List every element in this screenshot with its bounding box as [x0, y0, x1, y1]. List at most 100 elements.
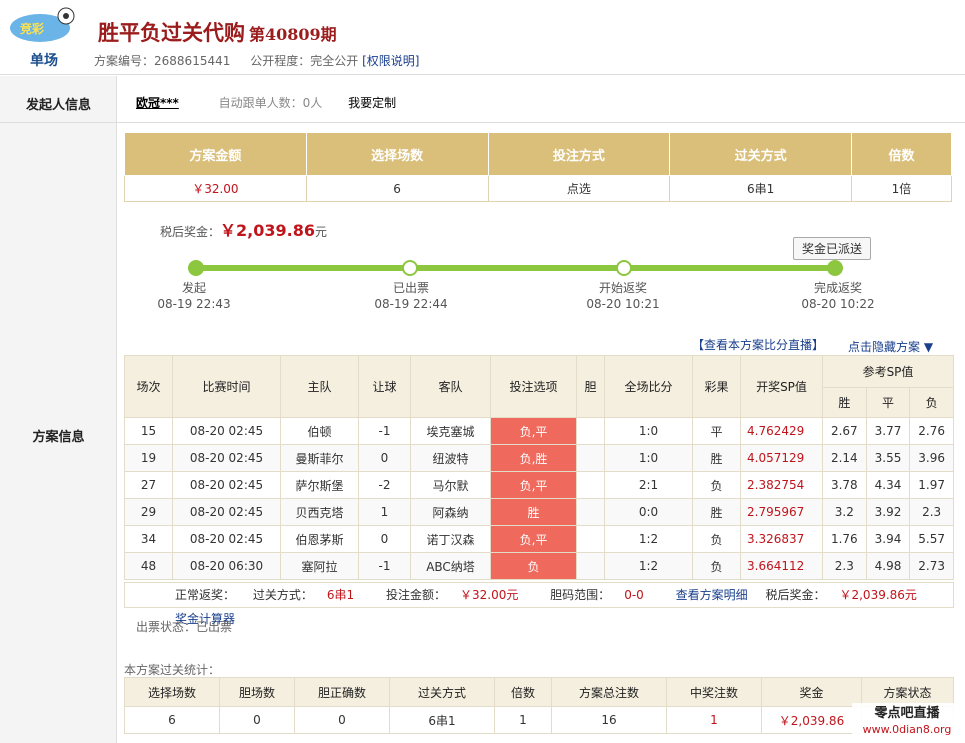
match-cell-hcp: -1 — [358, 552, 411, 580]
summary-value: ￥32.00 — [124, 175, 307, 202]
match-cell-w: 3.2 — [822, 498, 867, 526]
step-label: 已出票 — [392, 281, 429, 295]
progress-step: 完成返奖 08-20 10:22 — [793, 280, 883, 312]
stats-value: ￥2,039.86 — [761, 706, 862, 734]
stats-value: 6 — [124, 706, 220, 734]
match-cell-w: 2.3 — [822, 552, 867, 580]
progress-track — [196, 265, 836, 271]
stats-header: 方案总注数 — [551, 677, 667, 707]
amount-info: 投注金额： ￥32.00元 — [386, 588, 532, 602]
match-cell-score: 1:2 — [604, 552, 693, 580]
match-cell-time: 08-20 02:45 — [172, 525, 281, 553]
match-cell-time: 08-20 06:30 — [172, 552, 281, 580]
col-header: 彩果 — [692, 355, 741, 418]
prize-label: 税后奖金： — [160, 225, 221, 239]
summary-value: 1倍 — [851, 175, 952, 202]
summary-value: 点选 — [487, 175, 671, 202]
pass-info: 过关方式： 6串1 — [253, 588, 368, 602]
watermark-url: www.0dian8.org — [862, 723, 952, 736]
progress-step: 开始返奖 08-20 10:21 — [578, 280, 668, 312]
plan-detail-link[interactable]: 查看方案明细 — [676, 588, 748, 602]
match-cell-banker — [576, 444, 605, 472]
match-cell-time: 08-20 02:45 — [172, 417, 281, 445]
match-cell-l: 2.3 — [909, 498, 954, 526]
match-rows: 15 08-20 02:45 伯顿 -1 埃克塞城 负,平 1:0 平 4.762429 2.67… — [124, 417, 954, 580]
col-header: 主队 — [280, 355, 359, 418]
step-label: 完成返奖 — [813, 281, 862, 295]
plan-no-label: 方案编号： — [94, 54, 155, 68]
plan-meta: 方案编号：2688615441 公开程度：完全公开 [权限说明] — [94, 52, 419, 69]
match-cell-away: 诺丁汉森 — [410, 525, 491, 553]
col-header: 让球 — [358, 355, 411, 418]
lottery-logo: 竞彩 单场 — [8, 6, 80, 70]
col-header: 投注选项 — [490, 355, 577, 418]
summary-header: 投注方式 — [487, 132, 671, 176]
amount-label: 投注金额： — [385, 588, 446, 602]
match-row: 29 08-20 02:45 贝西克塔 1 阿森纳胜 0:0 胜 2.795967 3.2 3.9… — [124, 498, 954, 526]
stats-header: 胆正确数 — [294, 677, 390, 707]
match-row: 48 08-20 06:30 塞阿拉 -1 ABC纳塔负 1:2 负 3.664112 2.3 4… — [124, 552, 954, 580]
match-cell-hcp: -2 — [358, 471, 411, 499]
stats-header: 倍数 — [494, 677, 552, 707]
summary-header: 过关方式 — [669, 132, 852, 176]
permission-link[interactable]: [权限说明] — [362, 54, 419, 68]
match-row: 34 08-20 02:45 伯恩茅斯 0 诺丁汉森 负,平 1:2 负 3.326837 1.7… — [124, 525, 954, 553]
summary-header: 倍数 — [851, 132, 952, 176]
initiator-name[interactable]: 欧冠*** — [136, 96, 179, 110]
progress-step: 已出票 08-19 22:44 — [366, 280, 456, 312]
tax-value: ￥2,039.86元 — [839, 588, 917, 602]
col-header: 比赛时间 — [172, 355, 281, 418]
hide-plan-link[interactable]: 点击隐藏方案 ▼ — [848, 338, 933, 355]
match-cell-l: 3.96 — [909, 444, 954, 472]
watermark: 零点吧直播 www.0dian8.org — [852, 703, 962, 741]
step-label: 发起 — [181, 281, 206, 295]
match-cell-home: 伯恩茅斯 — [280, 525, 359, 553]
match-cell-away: 马尔默 — [410, 471, 491, 499]
match-cell-w: 1.76 — [822, 525, 867, 553]
match-cell-banker — [576, 471, 605, 499]
stats-value: 6串1 — [389, 706, 495, 734]
prize-unit: 元 — [314, 225, 327, 239]
page-title: 胜平负过关代购 第40809期 — [98, 17, 337, 47]
match-cell-w: 3.78 — [822, 471, 867, 499]
match-cell-home: 伯顿 — [280, 417, 359, 445]
match-cell-pick: 负,胜 — [490, 444, 577, 472]
custom-link[interactable]: 我要定制 — [348, 96, 396, 110]
matches-table: 场次 比赛时间 主队 让球 客队 投注选项 胆 全场比分 彩果 开奖SP值 参考… — [124, 355, 954, 580]
match-cell-result: 负 — [692, 471, 741, 499]
progress-dot — [616, 260, 632, 276]
match-cell-no: 27 — [124, 471, 173, 499]
banker-value: 0-0 — [624, 588, 644, 602]
match-cell-home: 曼斯菲尔 — [280, 444, 359, 472]
match-cell-w: 2.14 — [822, 444, 867, 472]
match-cell-score: 1:0 — [604, 444, 693, 472]
live-score-link[interactable]: 【查看本方案比分直播】 — [692, 336, 824, 353]
match-cell-d: 3.77 — [865, 417, 911, 445]
col-header: 胆 — [576, 355, 605, 418]
stats-header: 奖金 — [761, 677, 862, 707]
match-cell-d: 3.94 — [865, 525, 911, 553]
title-text: 胜平负过关代购 — [98, 20, 245, 45]
matches-footer: 正常返奖： 过关方式： 6串1 投注金额： ￥32.00元 胆码范围： 0-0 查看方… — [124, 582, 954, 626]
return-label: 正常返奖： — [175, 588, 236, 602]
plan-no: 2688615441 — [154, 54, 231, 68]
match-cell-w: 2.67 — [822, 417, 867, 445]
match-cell-home: 萨尔斯堡 — [280, 471, 359, 499]
match-cell-score: 1:0 — [604, 417, 693, 445]
match-cell-pick: 负,平 — [490, 525, 577, 553]
prize-paid-button[interactable]: 奖金已派送 — [793, 237, 872, 260]
match-cell-result: 负 — [692, 552, 741, 580]
step-time: 08-19 22:43 — [157, 297, 231, 311]
tax-info: 税后奖金： ￥2,039.86元 — [765, 588, 930, 602]
logo-label: 单场 — [30, 53, 58, 69]
match-cell-time: 08-20 02:45 — [172, 471, 281, 499]
step-time: 08-20 10:22 — [801, 297, 875, 311]
plan-info-label: 方案信息 — [32, 430, 85, 445]
summary-header: 方案金额 — [124, 132, 307, 176]
summary-header: 选择场数 — [305, 132, 489, 176]
stats-table: 选择场数 胆场数 胆正确数 过关方式 倍数 方案总注数 中奖注数 奖金 方案状态… — [124, 677, 954, 734]
amount-value: ￥32.00元 — [459, 588, 519, 602]
match-cell-time: 08-20 02:45 — [172, 498, 281, 526]
watermark-title: 零点吧直播 — [874, 706, 940, 721]
match-cell-banker — [576, 552, 605, 580]
